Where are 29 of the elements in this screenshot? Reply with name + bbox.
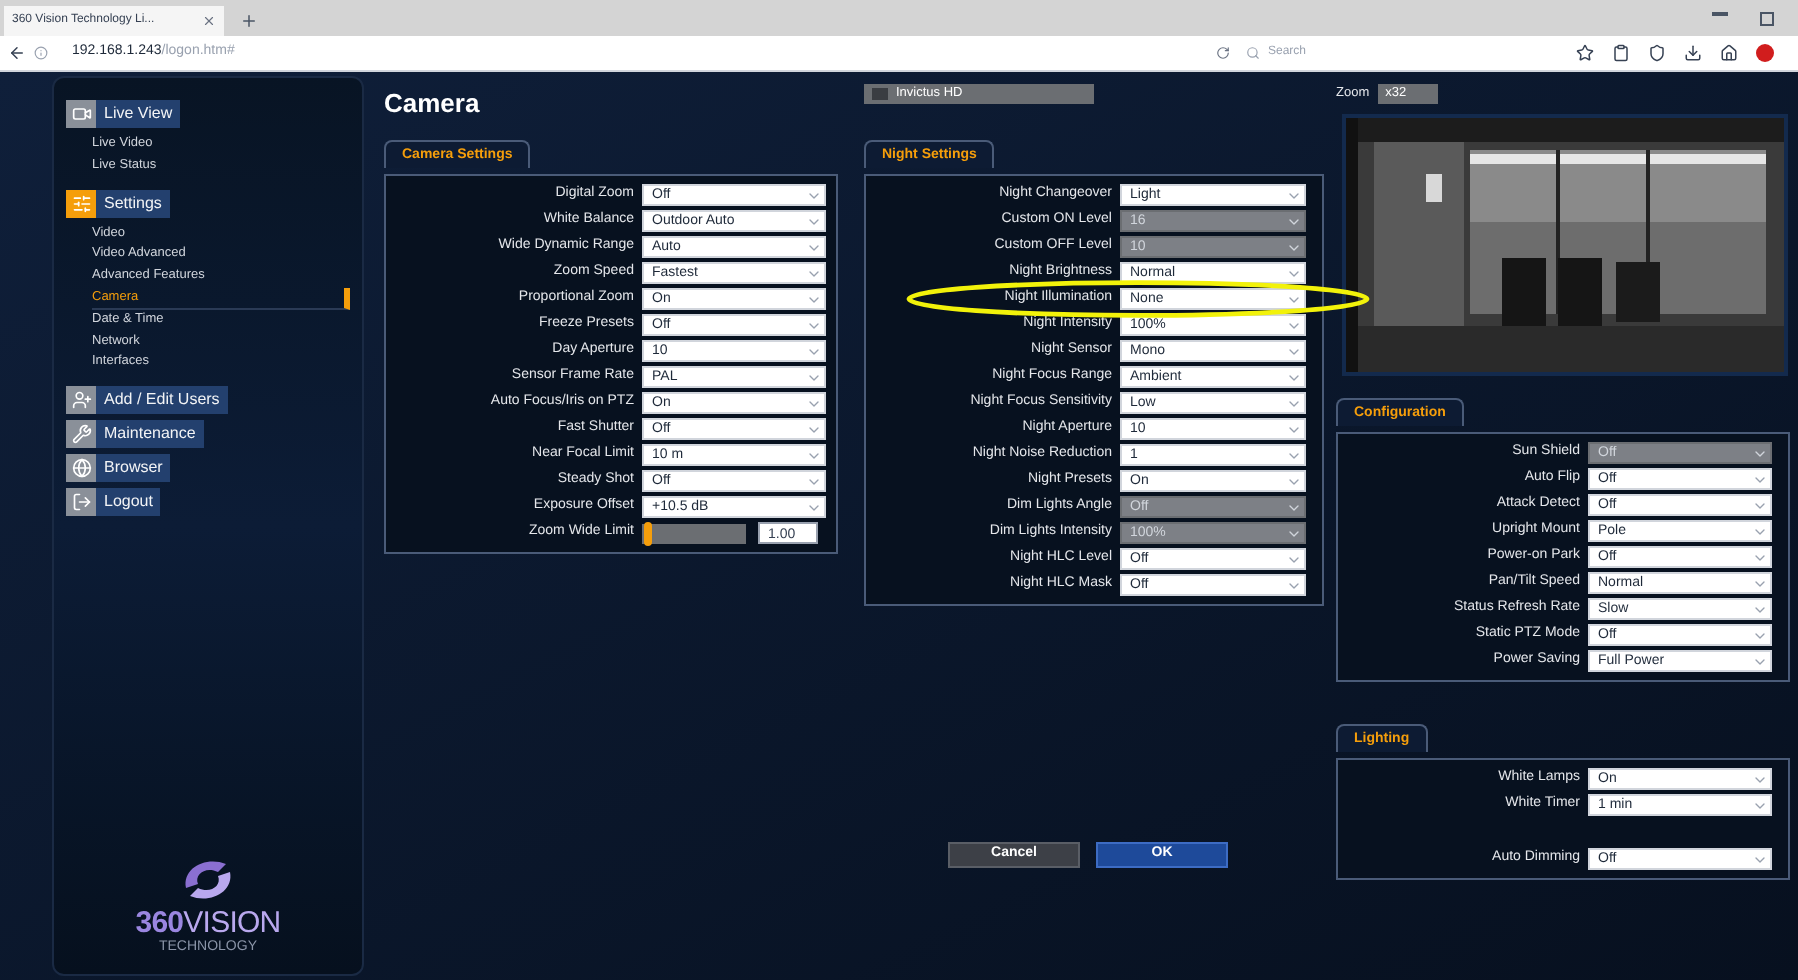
- nav-section[interactable]: Add / Edit Users: [66, 386, 350, 415]
- brand-name: 360VISION: [135, 907, 281, 937]
- maximize-icon[interactable]: [1760, 11, 1774, 25]
- globe-icon: [71, 458, 91, 479]
- star-icon[interactable]: [1576, 44, 1594, 62]
- info-icon[interactable]: [34, 46, 48, 60]
- home-icon[interactable]: [1720, 44, 1738, 62]
- close-icon[interactable]: [202, 14, 216, 28]
- wrench-icon: [71, 424, 91, 445]
- shield-icon[interactable]: [1648, 44, 1666, 62]
- reload-icon[interactable]: [1216, 46, 1230, 60]
- nav-section[interactable]: Settings: [66, 189, 350, 218]
- page-title: Camera: [384, 86, 482, 120]
- nav-section[interactable]: Live View: [66, 100, 350, 128]
- new-tab-icon[interactable]: [240, 12, 258, 30]
- search-icon: [1246, 46, 1260, 60]
- download-icon[interactable]: [1684, 44, 1702, 62]
- nav-section[interactable]: Logout: [66, 488, 350, 517]
- add-user-icon: [71, 390, 91, 411]
- video-camera-icon: [71, 104, 91, 124]
- stop-icon[interactable]: [1756, 44, 1774, 62]
- nav-section[interactable]: Browser: [66, 454, 350, 483]
- slider-track[interactable]: [642, 523, 746, 543]
- slider-thumb[interactable]: [643, 521, 652, 545]
- sliders-icon: [71, 193, 91, 214]
- nav-section[interactable]: Maintenance: [66, 420, 350, 449]
- back-icon[interactable]: [8, 44, 26, 62]
- clipboard-icon[interactable]: [1612, 44, 1630, 62]
- logout-icon: [71, 492, 91, 513]
